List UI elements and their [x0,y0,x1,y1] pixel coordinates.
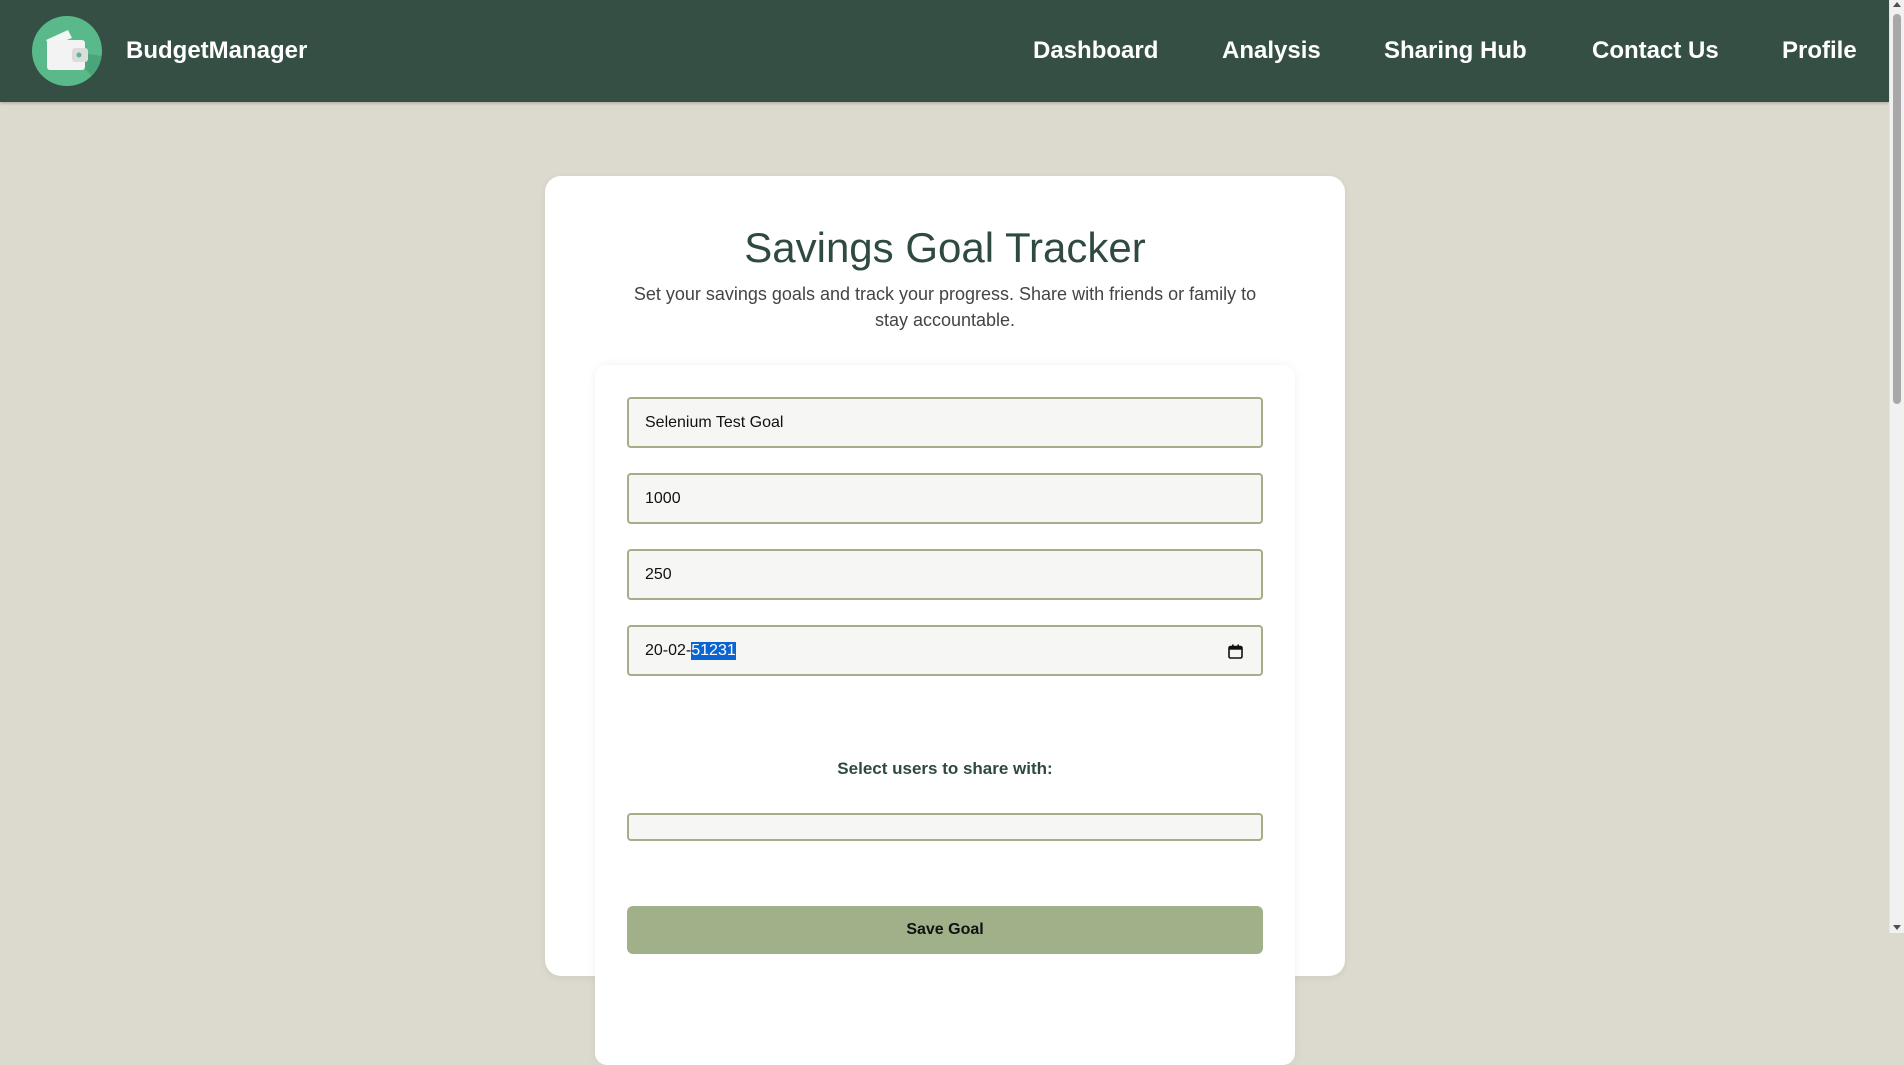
scroll-thumb[interactable] [1893,14,1901,404]
brand-name[interactable]: BudgetManager [126,37,307,65]
share-users-select[interactable] [627,813,1263,841]
page-subtitle: Set your savings goals and track your pr… [633,284,1257,330]
top-navbar: BudgetManager Dashboard Analysis Sharing… [0,0,1889,102]
target-date-input[interactable]: 20-02- 51231 [627,625,1263,676]
target-amount-input[interactable]: 1000 [627,473,1263,524]
save-goal-button[interactable]: Save Goal [627,906,1263,954]
wallet-icon[interactable] [32,16,102,86]
current-amount-input[interactable]: 250 [627,549,1263,600]
nav-profile[interactable]: Profile [1782,37,1857,65]
date-prefix: 20-02- [645,641,692,659]
page-scrollbar[interactable] [1889,0,1904,933]
nav-dashboard[interactable]: Dashboard [1033,37,1158,65]
nav-analysis[interactable]: Analysis [1222,37,1321,65]
scroll-down-icon[interactable] [1893,925,1901,930]
share-users-label: Select users to share with: [837,759,1053,778]
page-title: Savings Goal Tracker [744,224,1146,271]
nav-contact-us[interactable]: Contact Us [1592,37,1719,65]
goal-form: Selenium Test Goal 1000 250 20-02- 51231 … [595,365,1295,1065]
goal-name-input[interactable]: Selenium Test Goal [627,397,1263,448]
goal-name-value: Selenium Test Goal [645,413,784,431]
target-amount-value: 1000 [645,489,681,507]
calendar-icon[interactable] [1228,644,1243,664]
current-amount-value: 250 [645,565,672,583]
savings-goal-card: Savings Goal Tracker Set your savings go… [545,176,1345,1065]
nav-sharing-hub[interactable]: Sharing Hub [1384,37,1527,65]
scroll-up-icon[interactable] [1893,2,1901,7]
target-date-value: 20-02- 51231 [645,641,736,660]
date-year-selected: 51231 [691,641,736,660]
